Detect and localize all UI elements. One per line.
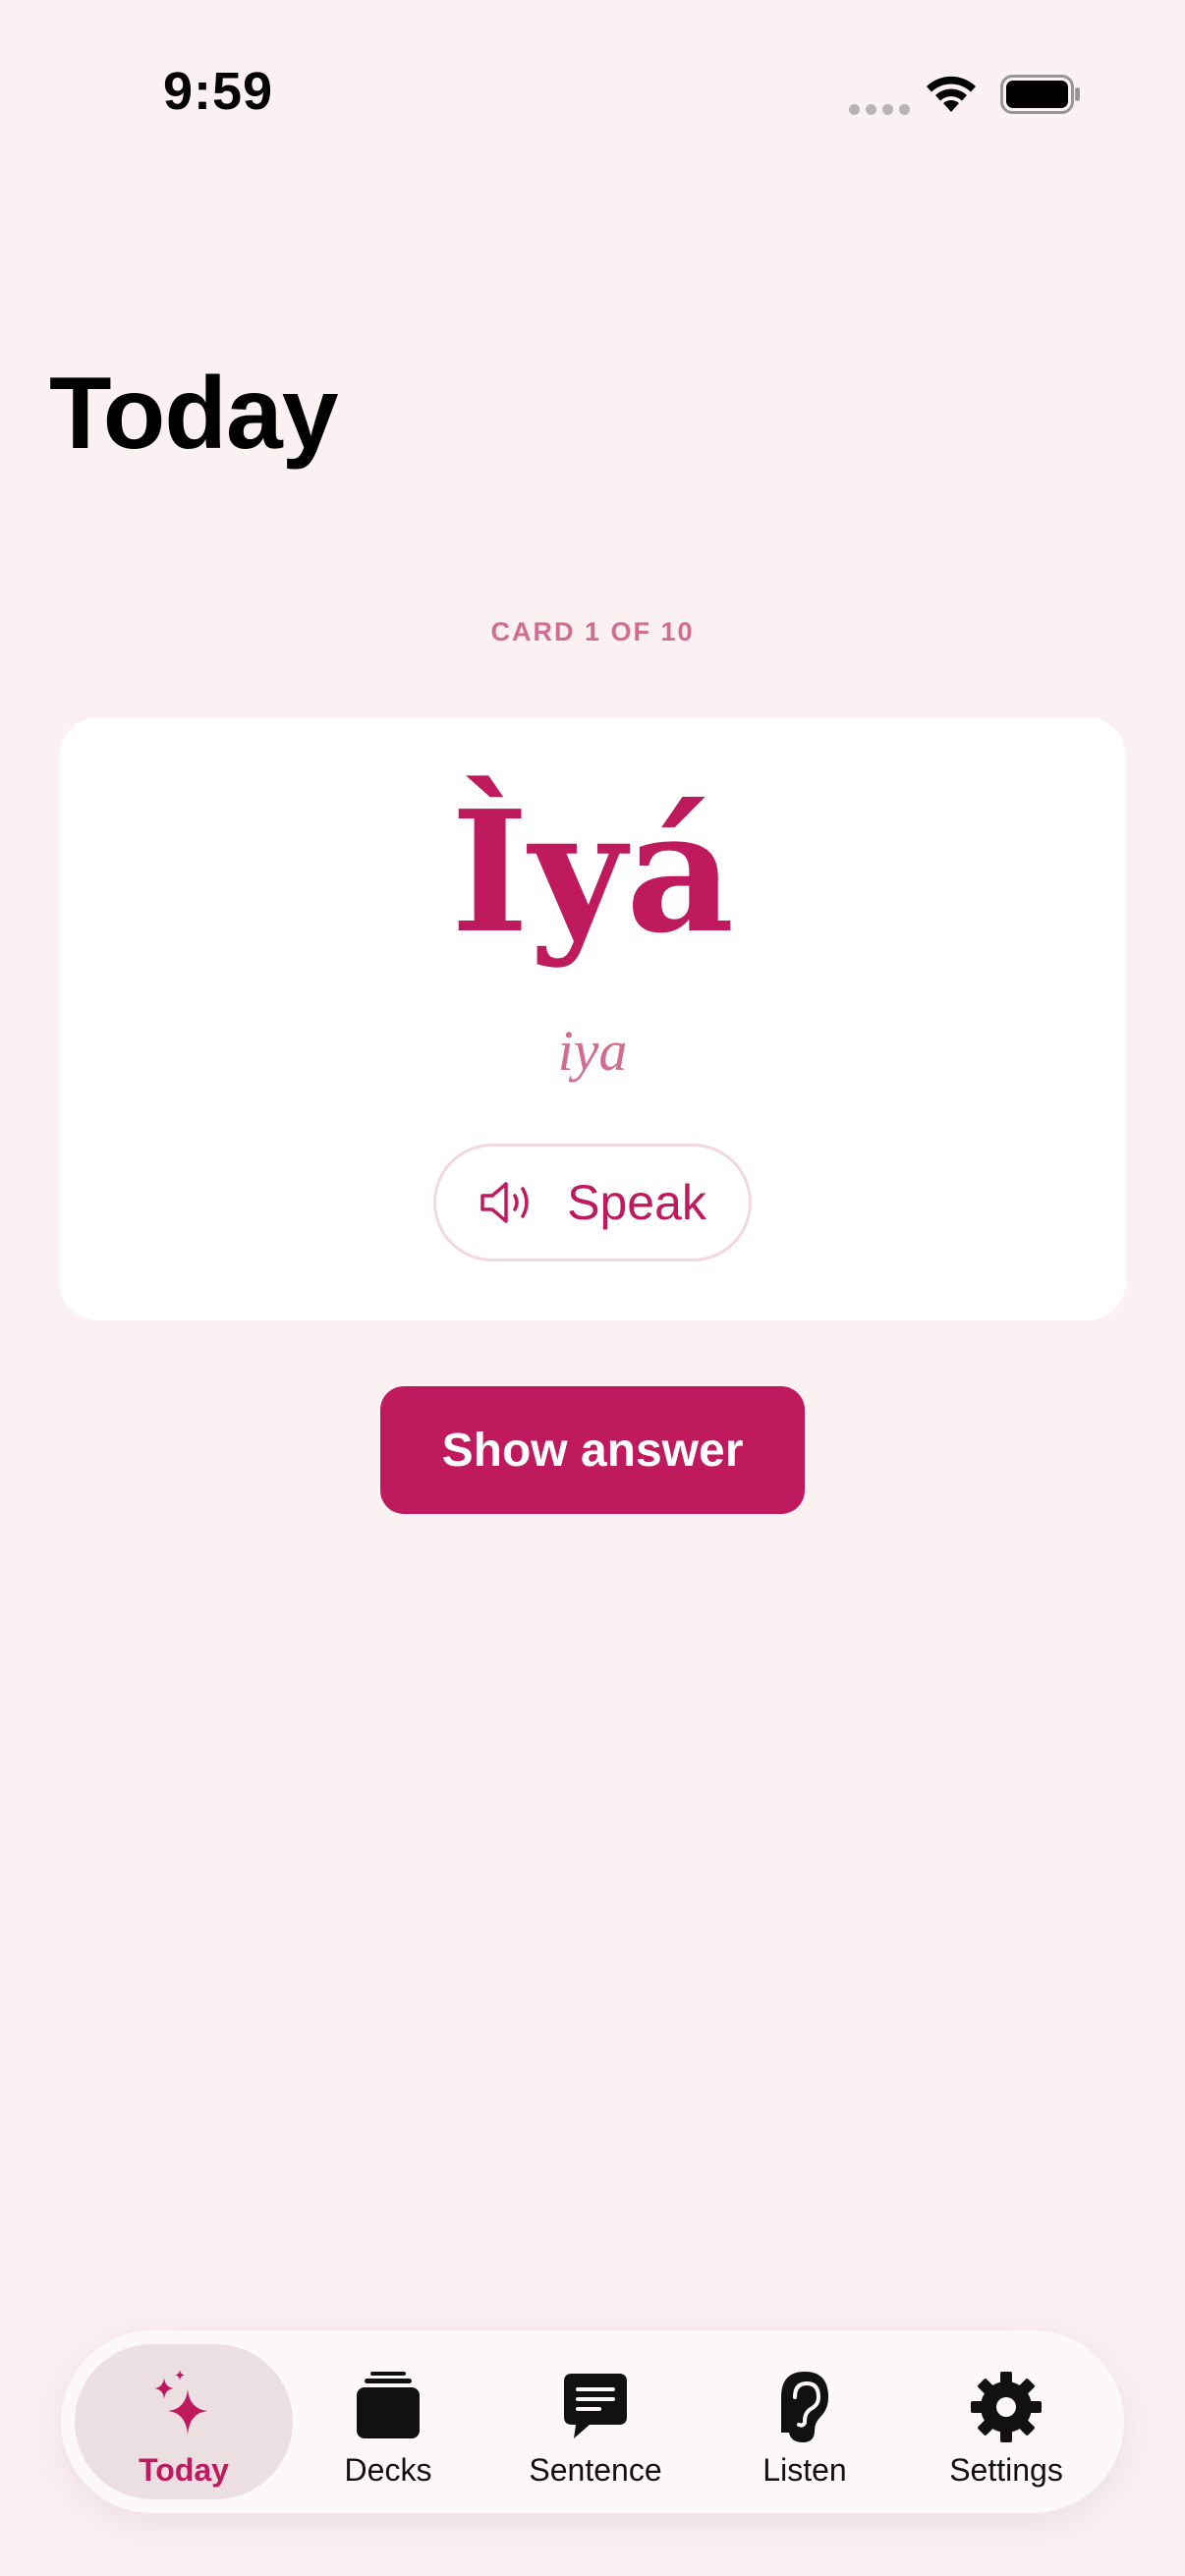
status-bar: 9:59 bbox=[0, 0, 1185, 187]
flash-card: Ìyá iya Speak bbox=[59, 717, 1126, 1320]
card-counter: CARD 1 OF 10 bbox=[490, 617, 695, 646]
tab-today[interactable]: Today bbox=[75, 2344, 293, 2499]
speak-button[interactable]: Speak bbox=[433, 1144, 752, 1261]
gear-icon bbox=[971, 2372, 1042, 2442]
tab-bar: Today Decks Sentence Listen Settings bbox=[61, 2330, 1124, 2513]
show-answer-button[interactable]: Show answer bbox=[380, 1386, 805, 1514]
card-word: Ìyá bbox=[450, 774, 735, 971]
speaker-icon bbox=[480, 1182, 529, 1223]
cellular-signal-icon bbox=[849, 104, 910, 115]
tab-label: Today bbox=[139, 2452, 229, 2488]
sparkles-icon bbox=[154, 2370, 207, 2435]
card-romanization: iya bbox=[557, 1019, 628, 1083]
status-time: 9:59 bbox=[163, 62, 274, 121]
tab-label: Sentence bbox=[529, 2452, 662, 2488]
tab-sentence[interactable]: Sentence bbox=[507, 2344, 684, 2499]
tab-listen[interactable]: Listen bbox=[741, 2344, 869, 2499]
ear-icon bbox=[781, 2372, 828, 2442]
tab-label: Listen bbox=[762, 2452, 847, 2488]
tab-decks[interactable]: Decks bbox=[324, 2344, 452, 2499]
stack-icon bbox=[357, 2372, 420, 2438]
speak-label: Speak bbox=[567, 1175, 706, 1230]
tab-settings[interactable]: Settings bbox=[928, 2344, 1085, 2499]
wifi-icon bbox=[927, 76, 976, 112]
tab-label: Decks bbox=[344, 2452, 432, 2488]
message-icon bbox=[564, 2374, 627, 2438]
page-title: Today bbox=[49, 357, 339, 471]
battery-icon bbox=[1000, 75, 1080, 114]
tab-label: Settings bbox=[949, 2452, 1063, 2488]
